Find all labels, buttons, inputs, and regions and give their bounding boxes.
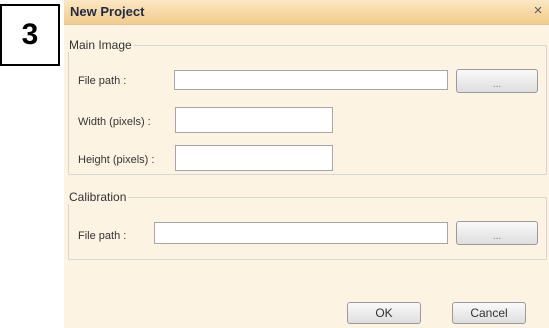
main-image-legend: Main Image — [69, 38, 132, 52]
dialog-titlebar[interactable]: New Project × — [64, 0, 549, 25]
step-number-badge: 3 — [0, 4, 60, 66]
width-label: Width (pixels) : — [78, 116, 151, 128]
close-icon[interactable]: × — [529, 2, 547, 20]
main-image-browse-button[interactable]: ... — [456, 69, 538, 93]
main-image-file-path-label: File path : — [78, 75, 127, 87]
width-input[interactable] — [175, 107, 333, 133]
ok-button[interactable]: OK — [347, 302, 421, 324]
height-input[interactable] — [175, 145, 333, 171]
height-label: Height (pixels) : — [78, 154, 155, 166]
calibration-file-path-label: File path : — [78, 230, 127, 242]
calibration-browse-button[interactable]: ... — [456, 221, 538, 245]
calibration-legend: Calibration — [69, 190, 127, 204]
calibration-file-path-input[interactable] — [154, 222, 448, 244]
dialog-title: New Project — [70, 4, 145, 19]
dialog-body: Main Image File path : ... Width (pixels… — [64, 25, 549, 328]
new-project-dialog: New Project × Main Image File path : ...… — [64, 0, 549, 328]
main-image-file-path-input[interactable] — [174, 70, 448, 90]
cancel-button[interactable]: Cancel — [452, 302, 526, 324]
